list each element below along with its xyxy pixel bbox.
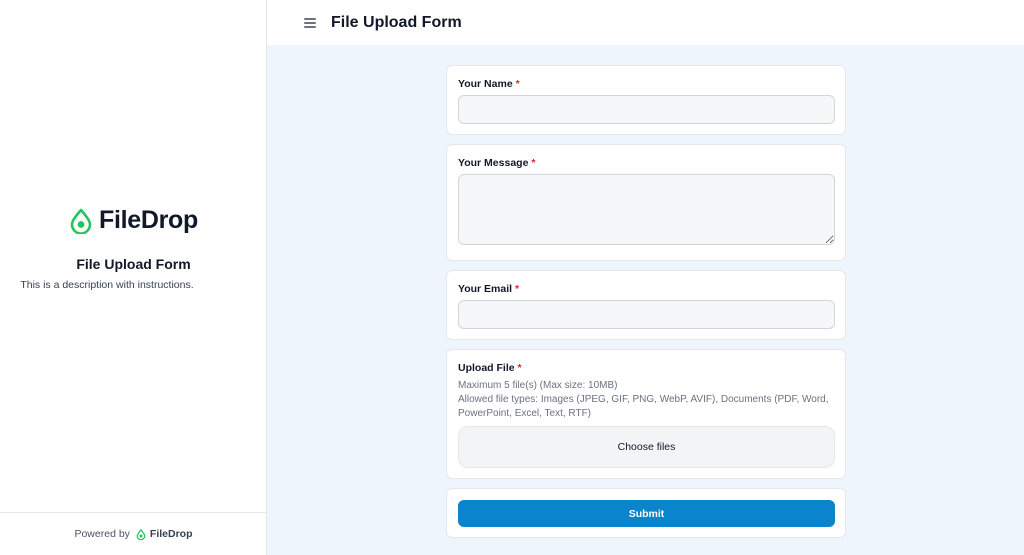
required-marker: * — [515, 283, 520, 295]
brand-name: FileDrop — [99, 206, 198, 234]
name-field-card: Your Name * — [446, 65, 846, 135]
upload-field-card: Upload File * Maximum 5 file(s) (Max siz… — [446, 349, 846, 479]
sidebar-description: This is a description with instructions. — [20, 279, 194, 291]
email-label: Your Email * — [458, 283, 520, 295]
message-label: Your Message * — [458, 157, 536, 169]
name-label: Your Name * — [458, 78, 520, 90]
submit-card: Submit — [446, 488, 846, 538]
top-bar: File Upload Form — [267, 0, 1024, 45]
filedrop-drop-icon — [70, 208, 92, 234]
message-textarea[interactable] — [458, 174, 835, 245]
upload-max-info: Maximum 5 file(s) (Max size: 10MB) — [458, 380, 618, 391]
name-input[interactable] — [458, 95, 835, 124]
required-marker: * — [531, 157, 536, 169]
sidebar: FileDrop File Upload Form This is a desc… — [0, 0, 267, 555]
submit-button[interactable]: Submit — [458, 500, 835, 527]
footer-brand-link[interactable]: FileDrop — [150, 528, 193, 540]
hamburger-menu-icon[interactable] — [295, 8, 325, 38]
email-input[interactable] — [458, 300, 835, 329]
email-field-card: Your Email * — [446, 270, 846, 340]
powered-by-text: Powered by — [74, 528, 130, 540]
form-area: Your Name * Your Message * Your Email * … — [267, 45, 1024, 555]
brand-logo: FileDrop — [0, 206, 267, 235]
required-marker: * — [515, 78, 520, 90]
required-marker: * — [517, 362, 522, 374]
choose-files-button[interactable]: Choose files — [458, 426, 835, 468]
powered-by-footer: Powered by FileDrop — [0, 512, 267, 555]
message-field-card: Your Message * — [446, 144, 846, 261]
sidebar-form-title: File Upload Form — [76, 256, 191, 272]
page-title: File Upload Form — [331, 13, 462, 31]
filedrop-small-drop-icon — [136, 528, 146, 540]
upload-label: Upload File * — [458, 362, 522, 374]
upload-allowed-types: Allowed file types: Images (JPEG, GIF, P… — [458, 394, 829, 419]
